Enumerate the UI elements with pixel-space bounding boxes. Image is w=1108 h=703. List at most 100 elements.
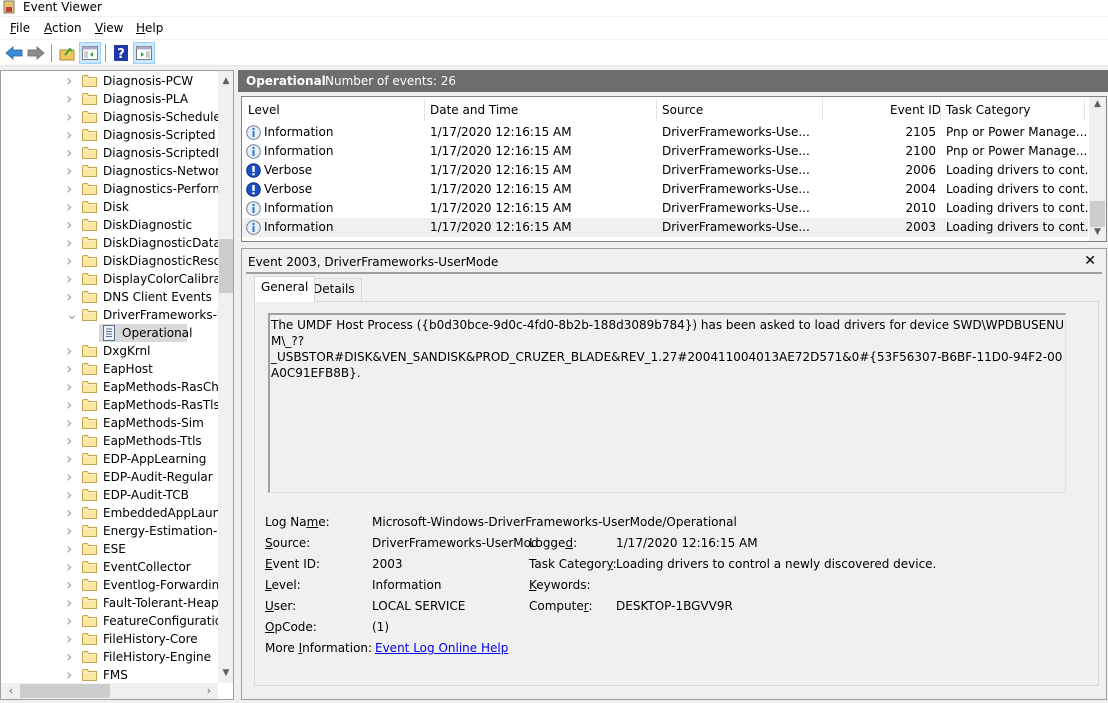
tree-item[interactable]: › EapMethods-RasTls bbox=[1, 396, 219, 414]
column-divider[interactable] bbox=[424, 99, 425, 121]
column-header-source[interactable]: Source bbox=[662, 102, 703, 118]
chevron-right-icon[interactable]: › bbox=[66, 253, 76, 269]
scroll-left-arrow[interactable]: ‹ bbox=[3, 683, 19, 699]
event-log-online-help-link[interactable]: Event Log Online Help bbox=[375, 641, 508, 656]
tree-item[interactable]: › FileHistory-Engine bbox=[1, 648, 219, 666]
chevron-right-icon[interactable]: › bbox=[66, 631, 76, 647]
chevron-right-icon[interactable]: › bbox=[66, 613, 76, 629]
tree-item[interactable]: › Fault-Tolerant-Heap bbox=[1, 594, 219, 612]
events-table-scrollbar[interactable]: ▲ ▼ bbox=[1089, 97, 1106, 241]
table-row[interactable]: Verbose 1/17/2020 12:16:15 AM DriverFramew… bbox=[242, 161, 1096, 180]
tree-item[interactable]: › Diagnostics-Performa bbox=[1, 180, 219, 198]
table-row[interactable]: Information 1/17/2020 12:16:15 AM DriverFr… bbox=[242, 199, 1096, 218]
tab-general[interactable]: General bbox=[254, 276, 316, 302]
tree-item[interactable]: › Energy-Estimation-En bbox=[1, 522, 219, 540]
table-row[interactable]: Verbose 1/17/2020 12:16:15 AM DriverFramew… bbox=[242, 180, 1096, 199]
tree-item[interactable]: › DisplayColorCalibratic bbox=[1, 270, 219, 288]
menu-view[interactable]: View bbox=[95, 21, 123, 35]
tree-item[interactable]: › DiskDiagnostic bbox=[1, 216, 219, 234]
chevron-right-icon[interactable]: › bbox=[66, 127, 76, 143]
tree-item[interactable]: › EDP-AppLearning bbox=[1, 450, 219, 468]
chevron-right-icon[interactable]: › bbox=[66, 487, 76, 503]
chevron-right-icon[interactable]: › bbox=[66, 559, 76, 575]
tree-item[interactable]: › Diagnostics-Networki bbox=[1, 162, 219, 180]
chevron-right-icon[interactable]: › bbox=[66, 217, 76, 233]
chevron-right-icon[interactable]: › bbox=[66, 73, 76, 89]
tree-item[interactable]: › FeatureConfiguration bbox=[1, 612, 219, 630]
column-header-level[interactable]: Level bbox=[248, 102, 280, 118]
chevron-right-icon[interactable]: › bbox=[66, 649, 76, 665]
tree-item[interactable]: › EapMethods-Ttls bbox=[1, 432, 219, 450]
scroll-up-arrow[interactable]: ▲ bbox=[218, 73, 233, 89]
chevron-right-icon[interactable]: › bbox=[66, 379, 76, 395]
tree-item[interactable]: › Diagnosis-Scheduled bbox=[1, 108, 219, 126]
scroll-right-arrow[interactable]: › bbox=[201, 683, 217, 699]
table-row[interactable]: Information 1/17/2020 12:16:15 AM DriverFr… bbox=[242, 218, 1096, 237]
scroll-thumb[interactable] bbox=[1090, 201, 1105, 227]
tree-item[interactable]: › EapMethods-Sim bbox=[1, 414, 219, 432]
chevron-right-icon[interactable]: › bbox=[66, 271, 76, 287]
tree-item[interactable]: › DiskDiagnosticResolv bbox=[1, 252, 219, 270]
column-divider[interactable] bbox=[940, 99, 941, 121]
menu-help[interactable]: Help bbox=[136, 21, 163, 35]
chevron-right-icon[interactable]: › bbox=[66, 451, 76, 467]
tree-item[interactable]: › DxgKrnl bbox=[1, 342, 219, 360]
column-header-event-id[interactable]: Event ID bbox=[890, 102, 941, 118]
scroll-thumb[interactable] bbox=[219, 239, 233, 293]
scroll-down-arrow[interactable]: ▼ bbox=[1089, 227, 1106, 237]
scroll-thumb[interactable] bbox=[20, 684, 110, 698]
tree-item[interactable]: › FileHistory-Core bbox=[1, 630, 219, 648]
chevron-right-icon[interactable]: › bbox=[66, 361, 76, 377]
tree-item[interactable]: › EmbeddedAppLaunch bbox=[1, 504, 219, 522]
tree-item[interactable]: › DNS Client Events bbox=[1, 288, 219, 306]
menu-action[interactable]: Action bbox=[44, 21, 82, 35]
table-row[interactable]: Information 1/17/2020 12:16:15 AM DriverFr… bbox=[242, 142, 1088, 161]
chevron-right-icon[interactable]: › bbox=[66, 667, 76, 683]
tree-item[interactable]: › Diagnosis-Scripted bbox=[1, 126, 219, 144]
column-divider[interactable] bbox=[656, 99, 657, 121]
tree-item[interactable]: › DiskDiagnosticDataCo bbox=[1, 234, 219, 252]
chevron-right-icon[interactable]: › bbox=[66, 289, 76, 305]
tree-item[interactable]: › EventCollector bbox=[1, 558, 219, 576]
tree-item[interactable]: Operational bbox=[1, 324, 219, 342]
back-button[interactable] bbox=[3, 42, 25, 64]
tree-item[interactable]: › Diagnosis-PCW bbox=[1, 72, 219, 90]
chevron-right-icon[interactable]: › bbox=[66, 433, 76, 449]
chevron-right-icon[interactable]: › bbox=[66, 577, 76, 593]
chevron-right-icon[interactable]: › bbox=[66, 523, 76, 539]
scroll-up-arrow[interactable]: ▲ bbox=[1089, 99, 1106, 109]
chevron-right-icon[interactable]: › bbox=[66, 109, 76, 125]
column-header-task-category[interactable]: Task Category bbox=[946, 102, 1031, 118]
show-hide-action-pane-button[interactable] bbox=[133, 42, 155, 64]
column-divider[interactable] bbox=[1084, 99, 1085, 121]
scroll-down-arrow[interactable]: ▼ bbox=[218, 665, 233, 681]
tree-item[interactable]: › FMS bbox=[1, 666, 219, 684]
chevron-right-icon[interactable]: › bbox=[66, 343, 76, 359]
tree-horizontal-scrollbar[interactable]: ‹ › bbox=[1, 683, 218, 699]
chevron-right-icon[interactable]: › bbox=[66, 595, 76, 611]
up-folder-button[interactable] bbox=[56, 42, 78, 64]
chevron-right-icon[interactable]: › bbox=[66, 235, 76, 251]
close-icon[interactable]: ✕ bbox=[1084, 253, 1096, 269]
chevron-right-icon[interactable]: › bbox=[66, 415, 76, 431]
chevron-right-icon[interactable]: › bbox=[66, 397, 76, 413]
chevron-right-icon[interactable]: › bbox=[66, 541, 76, 557]
tree-item[interactable]: › Diagnosis-ScriptedDia bbox=[1, 144, 219, 162]
chevron-right-icon[interactable]: › bbox=[66, 91, 76, 107]
tree-item[interactable]: › Disk bbox=[1, 198, 219, 216]
tree-item[interactable]: ⌄ DriverFrameworks-Us bbox=[1, 306, 219, 324]
show-hide-console-tree-button[interactable] bbox=[79, 42, 101, 64]
tree-item[interactable]: › EDP-Audit-TCB bbox=[1, 486, 219, 504]
column-header-date-time[interactable]: Date and Time bbox=[430, 102, 518, 118]
chevron-down-icon[interactable]: ⌄ bbox=[66, 308, 78, 322]
chevron-right-icon[interactable]: › bbox=[66, 145, 76, 161]
chevron-right-icon[interactable]: › bbox=[66, 181, 76, 197]
chevron-right-icon[interactable]: › bbox=[66, 505, 76, 521]
chevron-right-icon[interactable]: › bbox=[66, 199, 76, 215]
help-button[interactable]: ? bbox=[110, 42, 132, 64]
tree-item[interactable]: › EapHost bbox=[1, 360, 219, 378]
tree-item[interactable]: › Eventlog-ForwardingP bbox=[1, 576, 219, 594]
column-divider[interactable] bbox=[822, 99, 823, 121]
chevron-right-icon[interactable]: › bbox=[66, 469, 76, 485]
table-row[interactable]: Information 1/17/2020 12:16:15 AM DriverFr… bbox=[242, 123, 1088, 142]
